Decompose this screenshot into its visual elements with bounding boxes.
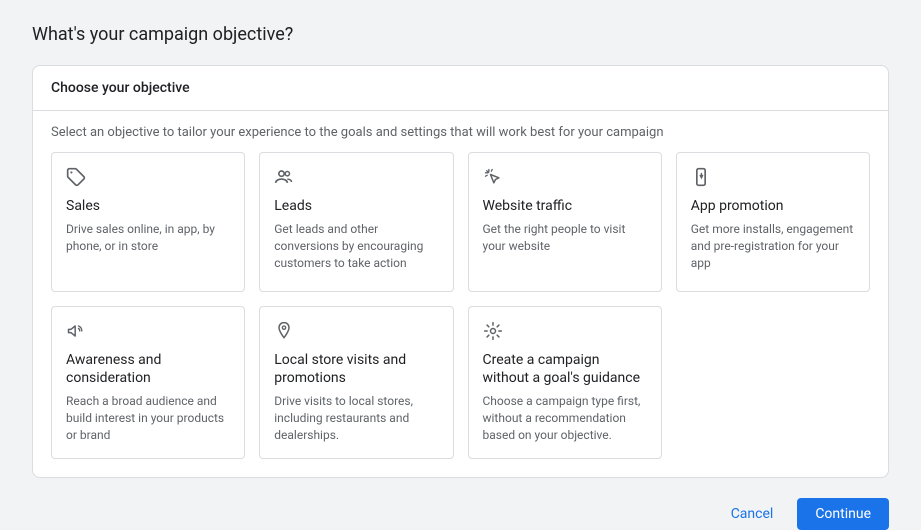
- tile-title: App promotion: [691, 197, 855, 215]
- people-icon: [274, 167, 294, 187]
- objective-sales[interactable]: Sales Drive sales online, in app, by pho…: [51, 152, 245, 292]
- tile-title: Create a campaign without a goal's guida…: [483, 351, 647, 387]
- tile-desc: Get leads and other conversions by encou…: [274, 221, 438, 271]
- page-title: What's your campaign objective?: [32, 24, 889, 45]
- objective-no-goal[interactable]: Create a campaign without a goal's guida…: [468, 306, 662, 459]
- gear-icon: [483, 321, 503, 341]
- tile-desc: Drive visits to local stores, including …: [274, 393, 438, 443]
- continue-button[interactable]: Continue: [797, 498, 889, 530]
- tile-desc: Choose a campaign type first, without a …: [483, 393, 647, 443]
- objective-website-traffic[interactable]: Website traffic Get the right people to …: [468, 152, 662, 292]
- card-header: Choose your objective: [33, 66, 888, 111]
- tile-title: Sales: [66, 197, 230, 215]
- tile-title: Website traffic: [483, 197, 647, 215]
- click-icon: [483, 167, 503, 187]
- tile-desc: Drive sales online, in app, by phone, or…: [66, 221, 230, 255]
- objective-grid: Sales Drive sales online, in app, by pho…: [33, 152, 888, 477]
- tile-desc: Get the right people to visit your websi…: [483, 221, 647, 255]
- tile-desc: Reach a broad audience and build interes…: [66, 393, 230, 443]
- cancel-button[interactable]: Cancel: [719, 498, 786, 530]
- pin-icon: [274, 321, 294, 341]
- footer-actions: Cancel Continue: [32, 498, 889, 530]
- tile-title: Awareness and consideration: [66, 351, 230, 387]
- tile-title: Leads: [274, 197, 438, 215]
- tile-desc: Get more installs, engagement and pre-re…: [691, 221, 855, 271]
- objective-local-store[interactable]: Local store visits and promotions Drive …: [259, 306, 453, 459]
- objective-leads[interactable]: Leads Get leads and other conversions by…: [259, 152, 453, 292]
- objective-app-promotion[interactable]: App promotion Get more installs, engagem…: [676, 152, 870, 292]
- objective-card: Choose your objective Select an objectiv…: [32, 65, 889, 478]
- phone-icon: [691, 167, 711, 187]
- tag-icon: [66, 167, 86, 187]
- megaphone-icon: [66, 321, 86, 341]
- card-subtext: Select an objective to tailor your exper…: [33, 111, 888, 152]
- tile-title: Local store visits and promotions: [274, 351, 438, 387]
- objective-awareness[interactable]: Awareness and consideration Reach a broa…: [51, 306, 245, 459]
